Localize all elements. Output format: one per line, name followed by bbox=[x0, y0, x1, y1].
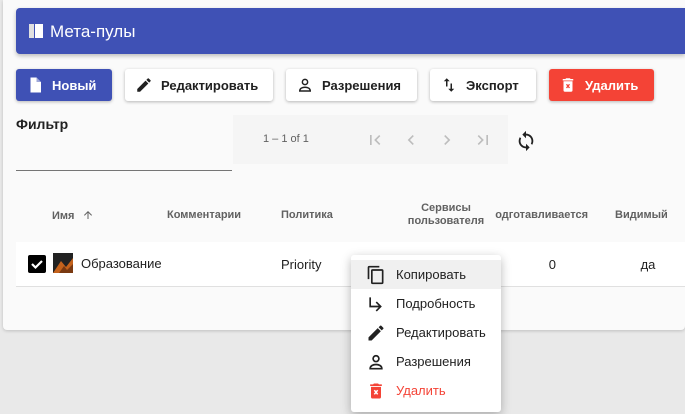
column-header-visible[interactable]: Видимый bbox=[615, 209, 668, 221]
refresh-icon bbox=[518, 130, 534, 152]
menu-item-edit-label: Редактировать bbox=[396, 325, 486, 340]
row-visible: да bbox=[640, 257, 656, 272]
permissions-button-label: Разрешения bbox=[322, 77, 402, 93]
pencil-icon bbox=[368, 324, 384, 340]
row-policy: Priority bbox=[281, 257, 322, 272]
subdirectory-arrow-icon bbox=[369, 296, 382, 311]
edit-button[interactable]: Редактировать bbox=[125, 69, 273, 101]
menu-item-delete[interactable]: Удалить bbox=[351, 376, 501, 405]
context-menu: Копировать Подробность Редактировать Раз… bbox=[351, 255, 501, 412]
first-page-button[interactable] bbox=[365, 130, 385, 150]
page-header: Мета-пулы bbox=[16, 8, 685, 54]
column-header-name[interactable]: Имя bbox=[52, 209, 94, 222]
book-icon bbox=[28, 23, 44, 39]
table-header: Имя Комментарии Политика Сервисы пользов… bbox=[16, 192, 685, 243]
row-name: Образование bbox=[81, 256, 162, 271]
export-button[interactable]: Экспорт bbox=[430, 69, 536, 101]
checkbox-checked-icon bbox=[28, 255, 46, 273]
page-title: Мета-пулы bbox=[50, 22, 136, 41]
arrow-up-icon bbox=[83, 211, 92, 219]
column-header-comments[interactable]: Комментарии bbox=[167, 209, 241, 221]
menu-item-delete-label: Удалить bbox=[396, 383, 446, 398]
paginator-range: 1 – 1 of 1 bbox=[263, 133, 309, 145]
person-icon bbox=[298, 78, 312, 92]
chevron-right-icon bbox=[444, 135, 451, 145]
menu-item-details[interactable]: Подробность bbox=[351, 289, 501, 318]
new-button[interactable]: Новый bbox=[16, 69, 112, 101]
person-icon bbox=[369, 354, 383, 369]
row-preparing: 0 bbox=[548, 257, 556, 272]
menu-item-permissions[interactable]: Разрешения bbox=[351, 347, 501, 376]
filter-label: Фильтр bbox=[16, 116, 69, 132]
refresh-button[interactable] bbox=[515, 130, 537, 152]
menu-item-copy[interactable]: Копировать bbox=[351, 260, 501, 289]
edit-button-label: Редактировать bbox=[161, 77, 259, 93]
previous-page-button[interactable] bbox=[401, 130, 421, 150]
pencil-icon bbox=[137, 78, 151, 92]
column-header-preparing[interactable]: Подготавливается bbox=[495, 209, 588, 221]
column-header-name-label: Имя bbox=[52, 210, 75, 222]
row-checkbox[interactable] bbox=[28, 255, 46, 273]
swap-vertical-icon bbox=[443, 78, 455, 92]
chevron-left-icon bbox=[407, 135, 414, 145]
menu-item-details-label: Подробность bbox=[396, 296, 476, 311]
last-page-button[interactable] bbox=[473, 130, 493, 150]
delete-button[interactable]: Удалить bbox=[549, 69, 654, 101]
menu-item-copy-label: Копировать bbox=[396, 267, 466, 282]
new-button-label: Новый bbox=[52, 77, 97, 93]
export-button-label: Экспорт bbox=[466, 77, 519, 93]
filter-input[interactable] bbox=[16, 140, 232, 171]
trash-icon bbox=[370, 383, 382, 398]
column-header-policy[interactable]: Политика bbox=[281, 209, 333, 221]
delete-button-label: Удалить bbox=[585, 77, 639, 93]
paginator: 1 – 1 of 1 bbox=[233, 115, 508, 164]
next-page-button[interactable] bbox=[437, 130, 457, 150]
last-page-icon bbox=[477, 135, 488, 145]
column-header-services[interactable]: Сервисы пользователя bbox=[401, 202, 491, 228]
pool-thumbnail-image bbox=[53, 253, 73, 273]
permissions-button[interactable]: Разрешения bbox=[286, 69, 417, 101]
menu-item-permissions-label: Разрешения bbox=[396, 354, 471, 369]
file-icon bbox=[30, 77, 41, 93]
trash-icon bbox=[562, 78, 574, 92]
menu-item-edit[interactable]: Редактировать bbox=[351, 318, 501, 347]
first-page-icon bbox=[370, 135, 381, 145]
copy-icon bbox=[367, 265, 384, 284]
